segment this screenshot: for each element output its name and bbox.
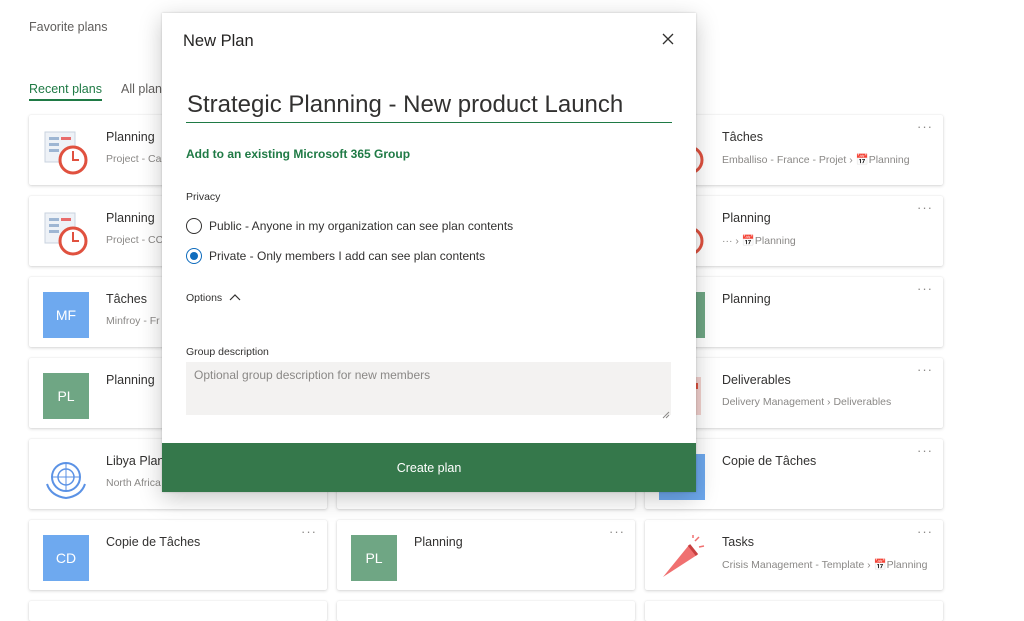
group-description-label: Group description	[186, 346, 269, 358]
more-options-button[interactable]: ···	[609, 524, 625, 539]
plan-card-title: Tâches	[722, 130, 763, 144]
radio-label: Public - Anyone in my organization can s…	[209, 219, 514, 233]
privacy-label: Privacy	[186, 191, 221, 203]
more-options-button[interactable]: ···	[301, 524, 317, 539]
megaphone-icon	[659, 535, 705, 581]
resize-handle-icon[interactable]	[662, 406, 670, 424]
tab-recent-plans[interactable]: Recent plans	[29, 82, 102, 101]
more-options-button[interactable]: ···	[917, 524, 933, 539]
close-icon[interactable]	[658, 29, 678, 49]
more-options-button[interactable]: ···	[917, 443, 933, 458]
options-label: Options	[186, 292, 223, 304]
plan-card[interactable]: PL Planning ···	[337, 520, 635, 590]
plan-card[interactable]	[645, 601, 943, 621]
plan-card-subtitle: Crisis Management - Template › 📅Planning	[722, 559, 928, 571]
plan-name-input[interactable]	[186, 90, 672, 123]
plan-card-title: Copie de Tâches	[106, 535, 201, 549]
create-plan-button[interactable]: Create plan	[162, 443, 696, 492]
plan-card-subtitle: Minfroy - Fr	[106, 315, 160, 327]
radio-button[interactable]	[186, 218, 202, 234]
plan-card-title: Tâches	[106, 292, 147, 306]
plan-card-subtitle: Delivery Management › Deliverables	[722, 396, 892, 408]
plan-avatar: PL	[43, 373, 89, 419]
plan-card-subtitle: North Africa	[106, 477, 161, 489]
plan-card-title: Libya Plan	[106, 454, 165, 468]
plan-card-title: Planning	[414, 535, 463, 549]
plan-card-title: Planning	[106, 130, 155, 144]
plan-avatar: PL	[351, 535, 397, 581]
radio-button[interactable]	[186, 248, 202, 264]
group-description-field[interactable]	[186, 362, 671, 415]
plan-card-subtitle: Project - Ca	[106, 153, 162, 165]
chevron-up-icon	[229, 292, 241, 304]
more-options-button[interactable]: ···	[917, 119, 933, 134]
plan-card-title: Deliverables	[722, 373, 791, 387]
plan-card-subtitle: Emballiso - France - Projet › 📅Planning	[722, 154, 910, 166]
dialog-title: New Plan	[183, 32, 254, 50]
plan-card-title: Planning	[722, 292, 771, 306]
plan-card-title: Planning	[106, 373, 155, 387]
more-options-button[interactable]: ···	[917, 200, 933, 215]
plan-card-subtitle: ··· › 📅Planning	[722, 235, 796, 247]
add-to-group-link[interactable]: Add to an existing Microsoft 365 Group	[186, 147, 410, 161]
plan-card[interactable]: Tasks Crisis Management - Template › 📅Pl…	[645, 520, 943, 590]
privacy-public-radio[interactable]: Public - Anyone in my organization can s…	[186, 218, 513, 234]
un-emblem-icon	[43, 454, 89, 500]
plan-card-title: Planning	[106, 211, 155, 225]
favorite-plans-title: Favorite plans	[29, 20, 108, 34]
planner-clock-icon	[43, 130, 89, 176]
plan-card-title: Tasks	[722, 535, 754, 549]
plan-avatar: CD	[43, 535, 89, 581]
planner-clock-icon	[43, 211, 89, 257]
new-plan-dialog: New Plan Add to an existing Microsoft 36…	[162, 13, 696, 492]
plan-avatar: MF	[43, 292, 89, 338]
more-options-button[interactable]: ···	[917, 362, 933, 377]
options-toggle[interactable]: Options	[186, 292, 241, 304]
plan-card[interactable]: CD Copie de Tâches ···	[29, 520, 327, 590]
plan-card-title: Planning	[722, 211, 771, 225]
more-options-button[interactable]: ···	[917, 281, 933, 296]
plan-card-title: Copie de Tâches	[722, 454, 817, 468]
radio-label: Private - Only members I add can see pla…	[209, 249, 486, 263]
plan-card-subtitle: Project - CC	[106, 234, 164, 246]
plan-card[interactable]	[337, 601, 635, 621]
plan-card[interactable]	[29, 601, 327, 621]
privacy-private-radio[interactable]: Private - Only members I add can see pla…	[186, 248, 485, 264]
